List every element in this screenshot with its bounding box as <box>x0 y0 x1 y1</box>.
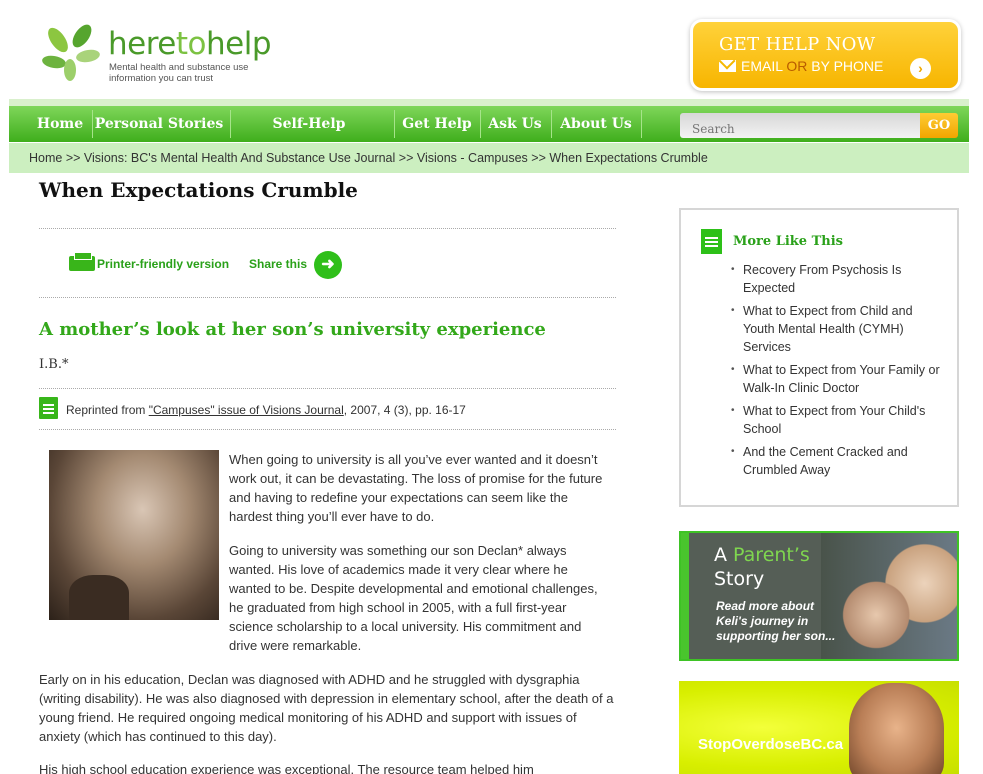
breadcrumb-journal[interactable]: Visions: BC's Mental Health And Substanc… <box>84 151 395 165</box>
parents-story-banner[interactable]: A Parent’s Story Read more about Keli's … <box>679 531 959 661</box>
breadcrumb-home[interactable]: Home <box>29 151 62 165</box>
article-paragraph: His high school education experience was… <box>39 762 534 774</box>
logo-wordmark: heretohelp <box>108 26 272 62</box>
article-photo <box>49 450 219 620</box>
nav-about-us[interactable]: About Us <box>552 106 640 142</box>
list-item[interactable]: What to Expect from Your Family or Walk-… <box>731 361 941 397</box>
breadcrumb-issue[interactable]: Visions - Campuses <box>417 151 528 165</box>
more-like-this-list: Recovery From Psychosis Is Expected What… <box>731 261 941 484</box>
banner-heading-parents: Parent’s <box>733 544 810 566</box>
logo-tagline: Mental health and substance use informat… <box>109 62 249 84</box>
chevron-right-icon[interactable]: › <box>910 58 931 79</box>
breadcrumb-current[interactable]: When Expectations Crumble <box>549 151 707 165</box>
printer-icon[interactable] <box>69 252 95 271</box>
breadcrumb-trail: Home >> Visions: BC's Mental Health And … <box>29 151 708 165</box>
get-help-now-box[interactable]: GET HELP NOW EMAIL OR BY PHONE › <box>693 22 958 88</box>
share-link[interactable]: Share this <box>249 257 307 271</box>
list-item[interactable]: And the Cement Cracked and Crumbled Away <box>731 443 941 479</box>
list-item[interactable]: What to Expect from Your Child's School <box>731 402 941 438</box>
flower-logo-icon <box>42 24 100 81</box>
banner-heading: A Parent’s <box>714 544 810 566</box>
divider <box>39 429 616 430</box>
article-paragraph: Early on in his education, Declan was di… <box>39 672 614 744</box>
heretohelp-logo[interactable]: heretohelp Mental health and substance u… <box>38 20 278 86</box>
document-icon <box>701 229 722 254</box>
divider <box>39 228 616 229</box>
breadcrumb: Home >> Visions: BC's Mental Health And … <box>9 143 969 173</box>
help-email-link[interactable]: EMAIL <box>741 58 783 74</box>
list-item[interactable]: Recovery From Psychosis Is Expected <box>731 261 941 297</box>
nav-divider <box>641 110 642 138</box>
banner-accent-stripe <box>681 533 689 659</box>
help-contact-options: EMAIL OR BY PHONE <box>719 58 883 74</box>
mail-icon <box>719 60 736 72</box>
divider <box>39 388 616 389</box>
breadcrumb-separator: >> <box>398 151 414 165</box>
help-or-text: OR <box>786 58 808 74</box>
search-input[interactable] <box>680 113 920 138</box>
reprint-journal-link[interactable]: "Campuses" issue of Visions Journal <box>149 403 344 417</box>
reprint-prefix: Reprinted from <box>66 403 149 417</box>
breadcrumb-separator: >> <box>531 151 546 165</box>
help-phone-link[interactable]: BY PHONE <box>811 58 883 74</box>
document-icon <box>39 397 58 419</box>
list-item[interactable]: What to Expect from Child and Youth Ment… <box>731 302 941 356</box>
breadcrumb-separator: >> <box>65 151 81 165</box>
nav-get-help[interactable]: Get Help <box>395 106 479 142</box>
page-title: When Expectations Crumble <box>39 178 358 202</box>
article-paragraph: When going to university is all you’ve e… <box>229 452 603 524</box>
banner-heading-a: A <box>714 544 727 566</box>
stop-overdose-banner[interactable]: StopOverdoseBC.ca <box>679 681 959 774</box>
share-arrow-icon[interactable]: ➜ <box>314 251 342 279</box>
nav-personal-stories[interactable]: Personal Stories <box>93 106 225 142</box>
reprint-text: Reprinted from "Campuses" issue of Visio… <box>66 403 466 417</box>
printer-friendly-link[interactable]: Printer-friendly version <box>97 257 229 271</box>
nav-home[interactable]: Home <box>27 106 93 142</box>
nav-top-strip <box>9 99 969 106</box>
article-subtitle: A mother’s look at her son’s university … <box>39 319 546 340</box>
nav-self-help-resources[interactable]: Self-Help Resources <box>231 106 387 168</box>
nav-ask-us[interactable]: Ask Us <box>481 106 549 142</box>
get-help-now-title: GET HELP NOW <box>719 34 876 55</box>
man-portrait-photo <box>849 683 944 774</box>
search-go-button[interactable]: GO <box>920 113 958 138</box>
article-paragraph: Going to university was something our so… <box>229 543 598 653</box>
banner-read-more: Read more about Keli's journey in suppor… <box>716 599 836 643</box>
stop-overdose-text: StopOverdoseBC.ca <box>698 736 844 753</box>
search-form: GO <box>680 113 959 138</box>
reprint-suffix: , 2007, 4 (3), pp. 16-17 <box>343 403 466 417</box>
more-like-this-panel: More Like This Recovery From Psychosis I… <box>679 208 959 507</box>
article-author: I.B.* <box>39 357 69 372</box>
banner-heading-story: Story <box>714 568 765 590</box>
more-like-this-title: More Like This <box>733 234 843 249</box>
main-nav: Home Personal Stories Self-Help Resource… <box>9 106 969 168</box>
divider <box>39 297 616 298</box>
